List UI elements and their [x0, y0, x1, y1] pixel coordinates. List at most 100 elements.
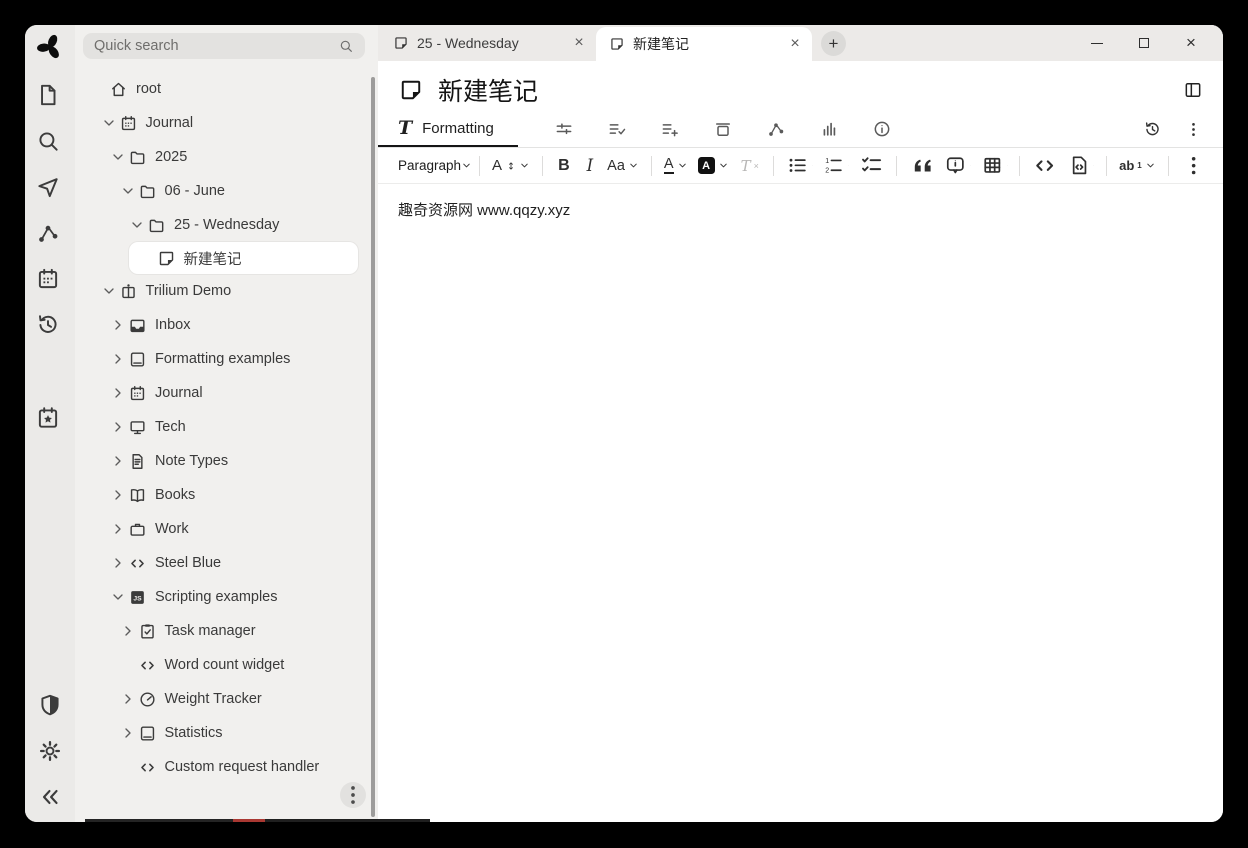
tree-expander-icon[interactable] [99, 283, 119, 299]
tree-expander-icon[interactable] [108, 317, 128, 333]
tree-item-task-manager[interactable]: Task manager [75, 614, 378, 648]
owned-attributes-icon[interactable] [607, 119, 627, 139]
note-map-icon[interactable] [35, 220, 61, 246]
recent-changes-icon[interactable] [35, 312, 61, 338]
minimize-button[interactable] [1089, 35, 1105, 51]
tree-expander-icon[interactable] [89, 81, 109, 97]
note-tab[interactable]: 新建笔记 × [596, 27, 812, 61]
tab-close-icon[interactable]: × [786, 35, 804, 53]
tree-expander-icon[interactable] [108, 555, 128, 571]
toolbar-more-button[interactable] [1176, 153, 1211, 179]
tree-item-word-count-widget[interactable]: Word count widget [75, 648, 378, 682]
tree-expander-icon[interactable] [108, 521, 128, 537]
quick-search-input[interactable]: Quick search [83, 33, 365, 59]
split-pane-icon[interactable] [1183, 80, 1203, 100]
tree-item-25-wednesday[interactable]: 25 - Wednesday [75, 208, 378, 242]
tree-expander-icon[interactable] [137, 250, 157, 266]
code-block-button[interactable] [1063, 153, 1099, 179]
tree-expander-icon[interactable] [108, 487, 128, 503]
new-tab-button[interactable]: + [821, 31, 846, 56]
tree-item-statistics[interactable]: Statistics [75, 716, 378, 750]
tree-item-steel-blue[interactable]: Steel Blue [75, 546, 378, 580]
note-title[interactable]: 新建笔记 [438, 72, 1183, 108]
note-editor[interactable]: 趣奇资源网 www.qqzy.xyz [378, 184, 1223, 822]
tree-scrollbar[interactable] [371, 77, 376, 817]
tree-expander-icon[interactable] [118, 725, 138, 741]
tree-expander-icon[interactable] [118, 623, 138, 639]
note-map-icon[interactable] [766, 119, 786, 139]
book-icon [138, 724, 157, 743]
basic-properties-icon[interactable] [554, 119, 574, 139]
tree-item-06-june[interactable]: 06 - June [75, 174, 378, 208]
new-note-icon[interactable] [35, 82, 61, 108]
note-paths-icon[interactable] [713, 119, 733, 139]
note-actions-kebab-icon[interactable] [1184, 120, 1203, 139]
note-info-icon[interactable] [872, 119, 892, 139]
tree-item-scripting-examples[interactable]: JS Scripting examples [75, 580, 378, 614]
tree-item-root[interactable]: root [75, 72, 378, 106]
text-case-button[interactable]: Aa [602, 153, 644, 179]
tree-options-button[interactable] [340, 782, 366, 808]
tree-expander-icon[interactable] [118, 657, 138, 673]
tab-formatting[interactable]: T Formatting [378, 111, 518, 147]
tree-expander-icon[interactable] [108, 589, 128, 605]
italic-button[interactable]: I [578, 153, 603, 179]
tree-item-weight-tracker[interactable]: Weight Tracker [75, 682, 378, 716]
tree-expander-icon[interactable] [99, 115, 119, 131]
protected-session-icon[interactable] [37, 692, 63, 718]
bold-button[interactable]: B [550, 153, 578, 179]
tree-item-work[interactable]: Work [75, 512, 378, 546]
tree-expander-icon[interactable] [108, 385, 128, 401]
tree-item-books[interactable]: Books [75, 478, 378, 512]
calendar-icon[interactable] [35, 266, 61, 292]
tree-expander-icon[interactable] [108, 453, 128, 469]
admonition-icon [944, 154, 967, 177]
collapse-tree-icon[interactable] [37, 784, 63, 810]
tree-expander-icon[interactable] [118, 759, 138, 775]
insert-table-button[interactable] [976, 153, 1012, 179]
tab-close-icon[interactable]: × [570, 34, 588, 52]
admonition-button[interactable] [939, 153, 975, 179]
note-tab[interactable]: 25 - Wednesday × [380, 25, 596, 61]
tree-item-2025[interactable]: 2025 [75, 140, 378, 174]
tree-expander-icon[interactable] [127, 217, 147, 233]
inline-code-button[interactable] [1027, 153, 1062, 179]
tree-item-journal[interactable]: Journal [75, 106, 378, 140]
today-journal-icon[interactable] [35, 405, 61, 431]
bulleted-list-button[interactable] [781, 153, 817, 179]
paragraph-style-select[interactable]: Paragraph [398, 158, 472, 173]
tree-item-tech[interactable]: Tech [75, 410, 378, 444]
jump-to-icon[interactable] [35, 174, 61, 200]
tree-expander-icon[interactable] [108, 351, 128, 367]
settings-icon[interactable] [37, 738, 63, 764]
superscript-button[interactable]: ab1 [1114, 153, 1161, 179]
block-quote-button[interactable] [904, 153, 939, 179]
tree-expander-icon[interactable] [108, 419, 128, 435]
remove-format-button[interactable]: T× [734, 153, 766, 179]
tree-expander-icon[interactable] [118, 183, 138, 199]
tree-item-新建笔记[interactable]: 新建笔记 [129, 242, 359, 274]
add-attribute-icon[interactable] [660, 119, 680, 139]
tree-item-custom-request-handler[interactable]: Custom request handler [75, 750, 378, 784]
tree-item-inbox[interactable]: Inbox [75, 308, 378, 342]
close-button[interactable]: × [1183, 35, 1199, 51]
remove-format-sub: × [754, 161, 759, 171]
revisions-history-icon[interactable] [1143, 120, 1162, 139]
maximize-button[interactable] [1136, 35, 1152, 51]
numbered-list-button[interactable]: 12 [817, 153, 853, 179]
search-icon[interactable] [35, 128, 61, 154]
tree-item-note-types[interactable]: Note Types [75, 444, 378, 478]
tree-item-journal[interactable]: Journal [75, 376, 378, 410]
code-block-icon [1068, 154, 1091, 177]
font-color-button[interactable]: A [659, 153, 693, 179]
font-size-button[interactable]: A [487, 153, 535, 179]
tree-expander-icon[interactable] [108, 149, 128, 165]
todo-list-button[interactable] [854, 153, 889, 179]
calendar-icon [119, 114, 138, 133]
trilium-logo-icon[interactable] [35, 32, 65, 62]
tree-item-trilium-demo[interactable]: Trilium Demo [75, 274, 378, 308]
tree-item-formatting-examples[interactable]: Formatting examples [75, 342, 378, 376]
tree-expander-icon[interactable] [118, 691, 138, 707]
similar-notes-icon[interactable] [819, 119, 839, 139]
background-color-button[interactable]: A [693, 153, 734, 179]
